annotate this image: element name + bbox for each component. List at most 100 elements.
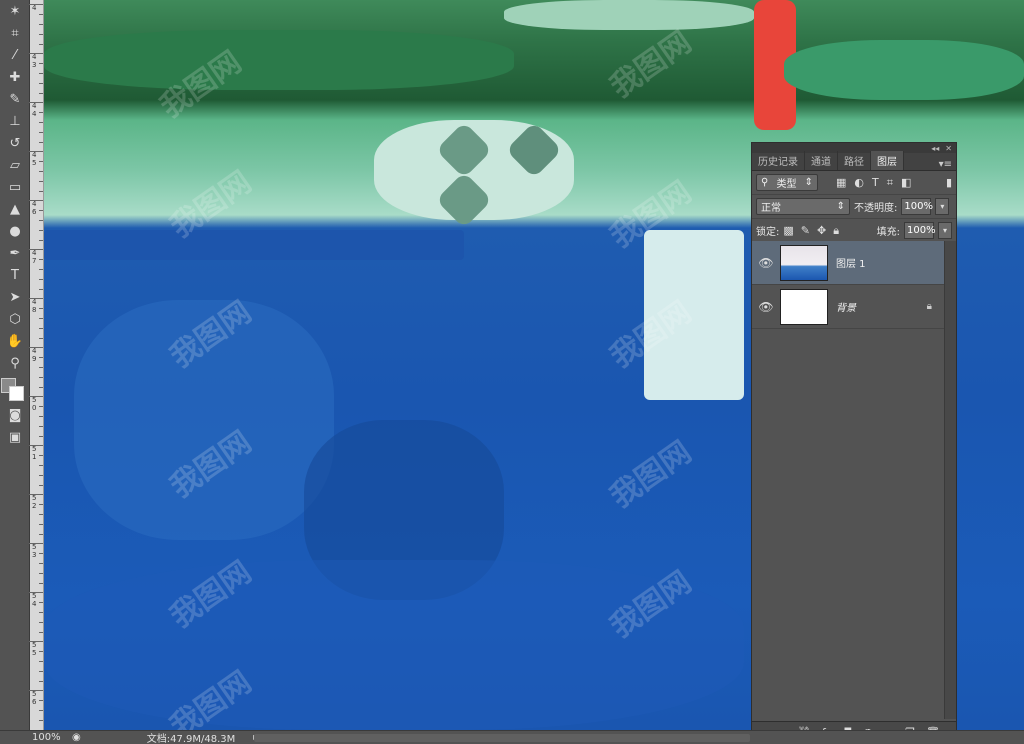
ruler-tick	[39, 210, 43, 211]
healing-brush-icon[interactable]: ✚	[0, 66, 30, 88]
watermark: 我图网	[604, 24, 698, 106]
smart-object-filter-icon[interactable]: ◧	[901, 176, 911, 190]
background-color-swatch[interactable]	[9, 386, 24, 401]
layer-row[interactable]: 👁︎ 背景 🔒︎	[752, 285, 944, 329]
lock-icon: 🔒︎	[926, 301, 932, 312]
gradient-icon[interactable]: ▭	[0, 176, 30, 198]
ruler-tick	[29, 249, 43, 250]
visibility-eye-icon[interactable]: 👁︎	[752, 256, 780, 270]
layer-filter-select[interactable]: ⚲ 类型 ⇕	[756, 174, 818, 191]
brush-icon[interactable]: ✎	[0, 88, 30, 110]
panel-tabs: 历史记录 通道 路径 图层 ▾≡	[752, 151, 956, 171]
tab-1[interactable]: 通道	[805, 151, 838, 170]
ruler-tick	[39, 230, 43, 231]
visibility-eye-icon[interactable]: 👁︎	[752, 300, 780, 314]
layer-row[interactable]: 👁︎ 图层 1	[752, 241, 944, 285]
magic-wand-icon[interactable]: ✶	[0, 0, 30, 22]
fill-dropdown-icon[interactable]: ▾	[938, 222, 952, 239]
shape-filter-icon[interactable]: ⌗	[887, 176, 893, 190]
fill-label: 填充:	[876, 227, 900, 238]
clone-stamp-icon[interactable]: ⊥	[0, 110, 30, 132]
ruler-tick	[39, 612, 43, 613]
ruler-label: 4	[32, 4, 37, 12]
doc-info-icon[interactable]: ◉	[72, 732, 81, 743]
ruler-tick	[39, 279, 43, 280]
ruler-tick	[39, 83, 43, 84]
layer-list: 👁︎ 图层 1 👁︎ 背景 🔒︎	[752, 241, 944, 329]
ruler-tick	[39, 602, 43, 603]
lock-all-icon[interactable]: 🔒︎	[833, 224, 839, 238]
ruler-tick	[39, 34, 43, 35]
ruler-tick	[29, 592, 43, 593]
dodge-icon[interactable]: ●	[0, 220, 30, 242]
ruler-tick	[39, 514, 43, 515]
ruler-tick	[29, 200, 43, 201]
ruler-tick	[39, 710, 43, 711]
ruler-tick	[39, 700, 43, 701]
path-selection-icon[interactable]: ➤	[0, 286, 30, 308]
screen-mode-icon[interactable]: ▣	[0, 426, 30, 448]
ruler-tick	[39, 308, 43, 309]
ruler-label: 5 2	[32, 494, 37, 510]
ruler-label: 4 4	[32, 102, 37, 118]
lock-transparent-icon[interactable]: ▩	[783, 224, 793, 238]
photoshop-window: ✶ ⌗ ⁄ ✚ ✎ ⊥ ↺ ▱ ▭ ▲ ● ✒ T ➤ ⬡ ✋ ⚲ ◙ ▣ 44 34 44 54 64 74 …	[0, 0, 1024, 744]
ruler-tick	[29, 396, 43, 397]
ruler-tick	[39, 651, 43, 652]
close-icon[interactable]: ✕	[945, 144, 952, 153]
layer-thumbnail	[780, 244, 828, 281]
blend-row: 正常 ⇕ 不透明度: 100% ▾	[752, 195, 956, 219]
type-icon[interactable]: T	[0, 264, 30, 286]
horizontal-scrollbar[interactable]	[254, 734, 750, 742]
tab-2[interactable]: 路径	[838, 151, 871, 170]
ruler-tick	[39, 436, 43, 437]
ruler-tick	[39, 259, 43, 260]
eraser-icon[interactable]: ▱	[0, 154, 30, 176]
ruler-label: 5 6	[32, 690, 37, 706]
opacity-label: 不透明度:	[854, 203, 898, 214]
blend-mode-select[interactable]: 正常 ⇕	[756, 198, 850, 215]
fill-input[interactable]: 100%	[904, 222, 936, 239]
search-icon: ⚲	[761, 177, 769, 188]
zoom-level[interactable]: 100%	[0, 732, 61, 743]
opacity-dropdown-icon[interactable]: ▾	[935, 198, 950, 215]
filter-toggle-icon[interactable]: ▮	[946, 176, 952, 189]
document-size: 文档:47.9M/48.3M	[146, 734, 236, 744]
tab-0[interactable]: 历史记录	[752, 151, 805, 170]
ruler-tick	[39, 132, 43, 133]
quick-mask-icon[interactable]: ◙	[0, 404, 30, 426]
ruler-tick	[39, 465, 43, 466]
lock-pixels-icon[interactable]: ✎	[801, 224, 810, 238]
blur-icon[interactable]: ▲	[0, 198, 30, 220]
status-bar: 100% ◉ 文档:47.9M/48.3M ▸	[0, 730, 1024, 744]
crop-icon[interactable]: ⌗	[0, 22, 30, 44]
eyedropper-icon[interactable]: ⁄	[0, 44, 30, 66]
zoom-icon[interactable]: ⚲	[0, 352, 30, 374]
ruler-label: 5 5	[32, 641, 37, 657]
pen-icon[interactable]: ✒	[0, 242, 30, 264]
ruler-tick	[39, 142, 43, 143]
ruler-tick	[39, 357, 43, 358]
ruler-tick	[39, 44, 43, 45]
adjustment-filter-icon[interactable]: ◐	[854, 176, 864, 190]
collapse-icon[interactable]: ◂◂	[931, 144, 939, 153]
watermark: 我图网	[604, 434, 698, 516]
ruler-tick	[39, 426, 43, 427]
ruler-tick	[39, 191, 43, 192]
ruler-tick	[29, 53, 43, 54]
panel-menu-icon[interactable]: ▾≡	[939, 159, 956, 170]
history-brush-icon[interactable]: ↺	[0, 132, 30, 154]
tab-3[interactable]: 图层	[871, 151, 904, 170]
pixel-filter-icon[interactable]: ▦	[836, 176, 846, 190]
hand-icon[interactable]: ✋	[0, 330, 30, 352]
color-swatches[interactable]	[0, 374, 30, 404]
type-filter-icon[interactable]: T	[872, 176, 879, 190]
filter-icons: ▦ ◐ T ⌗ ◧	[836, 176, 911, 190]
ruler-tick	[39, 318, 43, 319]
ruler-tick	[39, 622, 43, 623]
lock-position-icon[interactable]: ✥	[817, 224, 826, 238]
lock-label: 锁定:	[756, 227, 780, 238]
shape-icon[interactable]: ⬡	[0, 308, 30, 330]
opacity-input[interactable]: 100%	[901, 198, 933, 215]
layer-list-scrollbar[interactable]	[944, 241, 956, 719]
